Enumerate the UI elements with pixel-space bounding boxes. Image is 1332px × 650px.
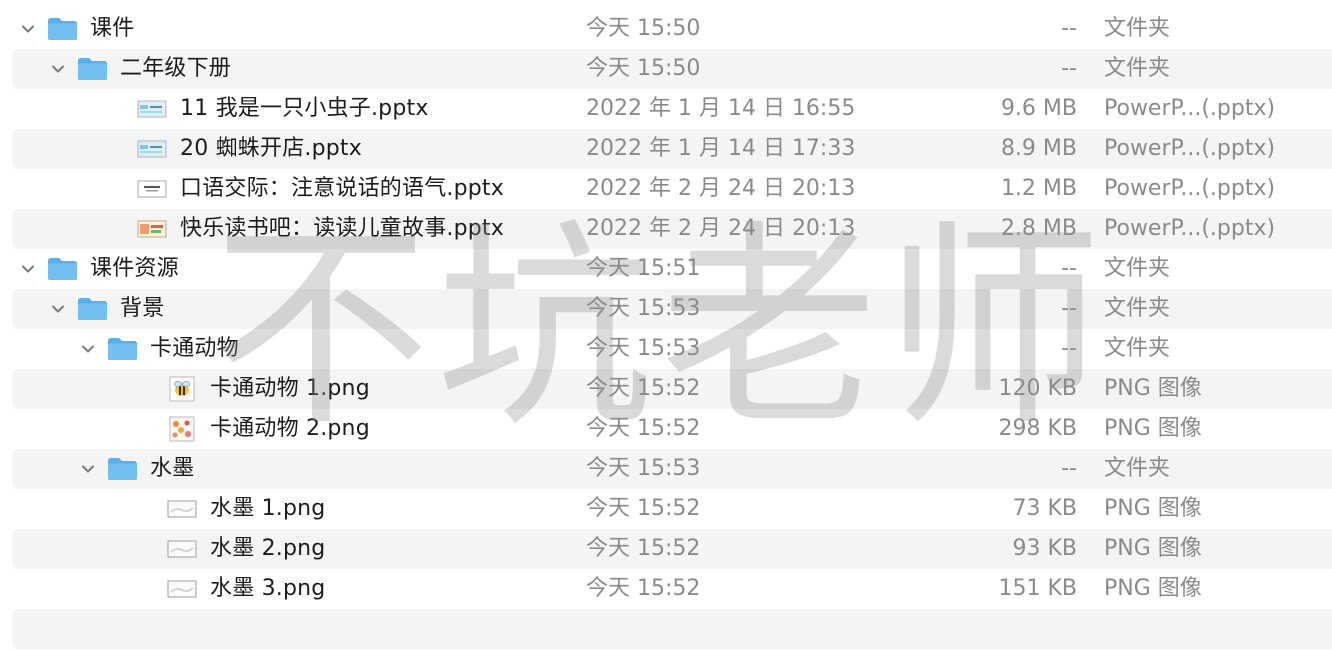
chevron-down-icon[interactable] bbox=[16, 257, 40, 281]
file-kind: PowerP...(.pptx) bbox=[1104, 176, 1276, 201]
chevron-down-icon[interactable] bbox=[46, 297, 70, 321]
file-size: 93 KB bbox=[1012, 536, 1077, 561]
item-name[interactable]: 水墨 bbox=[150, 449, 194, 489]
folder-row[interactable]: 卡通动物 今天 15:53 -- 文件夹 bbox=[12, 329, 1332, 369]
folder-row[interactable]: 二年级下册 今天 15:50 -- 文件夹 bbox=[12, 49, 1332, 89]
chevron-down-icon[interactable] bbox=[46, 57, 70, 81]
item-name[interactable]: 口语交际：注意说话的语气.pptx bbox=[180, 169, 504, 209]
folder-icon bbox=[76, 54, 108, 84]
file-kind: PowerP...(.pptx) bbox=[1104, 216, 1276, 241]
file-row[interactable]: 水墨 1.png 今天 15:52 73 KB PNG 图像 bbox=[12, 489, 1332, 529]
file-size: 298 KB bbox=[998, 416, 1077, 441]
png-thumbnail-icon bbox=[166, 374, 198, 404]
folder-row[interactable]: 背景 今天 15:53 -- 文件夹 bbox=[12, 289, 1332, 329]
file-size: 73 KB bbox=[1012, 496, 1077, 521]
folder-icon bbox=[106, 334, 138, 364]
pptx-thumbnail-icon bbox=[136, 214, 168, 244]
file-size: 151 KB bbox=[998, 576, 1077, 601]
file-kind: PowerP...(.pptx) bbox=[1104, 96, 1276, 121]
file-row[interactable]: 口语交际：注意说话的语气.pptx 2022 年 2 月 24 日 20:13 1.… bbox=[12, 169, 1332, 209]
empty-row bbox=[12, 609, 1332, 649]
date-modified: 今天 15:52 bbox=[586, 536, 701, 561]
file-size: -- bbox=[1061, 256, 1077, 281]
file-kind: PowerP...(.pptx) bbox=[1104, 136, 1276, 161]
file-row[interactable]: 快乐读书吧：读读儿童故事.pptx 2022 年 2 月 24 日 20:13 2.… bbox=[12, 209, 1332, 249]
file-kind: PNG 图像 bbox=[1104, 576, 1202, 601]
png-thumbnail-icon bbox=[166, 494, 198, 524]
item-name[interactable]: 11 我是一只小虫子.pptx bbox=[180, 89, 429, 129]
date-modified: 今天 15:52 bbox=[586, 496, 701, 521]
file-kind: 文件夹 bbox=[1104, 336, 1171, 361]
item-name[interactable]: 20 蜘蛛开店.pptx bbox=[180, 129, 362, 169]
file-size: 9.6 MB bbox=[1000, 96, 1077, 121]
file-size: -- bbox=[1061, 296, 1077, 321]
file-kind: 文件夹 bbox=[1104, 56, 1171, 81]
item-name[interactable]: 课件 bbox=[90, 9, 134, 49]
file-kind: 文件夹 bbox=[1104, 296, 1171, 321]
chevron-down-icon[interactable] bbox=[76, 457, 100, 481]
folder-icon bbox=[46, 254, 78, 284]
date-modified: 今天 15:50 bbox=[586, 56, 701, 81]
folder-row[interactable]: 课件 今天 15:50 -- 文件夹 bbox=[12, 9, 1332, 49]
date-modified: 2022 年 1 月 14 日 17:33 bbox=[586, 136, 856, 161]
file-kind: PNG 图像 bbox=[1104, 416, 1202, 441]
file-kind: PNG 图像 bbox=[1104, 376, 1202, 401]
file-size: 120 KB bbox=[998, 376, 1077, 401]
chevron-down-icon[interactable] bbox=[16, 17, 40, 41]
file-kind: PNG 图像 bbox=[1104, 496, 1202, 521]
date-modified: 今天 15:53 bbox=[586, 296, 701, 321]
file-row[interactable]: 卡通动物 2.png 今天 15:52 298 KB PNG 图像 bbox=[12, 409, 1332, 449]
file-row[interactable]: 水墨 2.png 今天 15:52 93 KB PNG 图像 bbox=[12, 529, 1332, 569]
item-name[interactable]: 背景 bbox=[120, 289, 164, 329]
file-size: -- bbox=[1061, 456, 1077, 481]
file-row[interactable]: 卡通动物 1.png 今天 15:52 120 KB PNG 图像 bbox=[12, 369, 1332, 409]
date-modified: 今天 15:52 bbox=[586, 376, 701, 401]
file-kind: PNG 图像 bbox=[1104, 536, 1202, 561]
pptx-thumbnail-icon bbox=[136, 94, 168, 124]
item-name[interactable]: 课件资源 bbox=[90, 249, 179, 289]
date-modified: 今天 15:53 bbox=[586, 456, 701, 481]
item-name[interactable]: 水墨 2.png bbox=[210, 529, 325, 569]
date-modified: 今天 15:53 bbox=[586, 336, 701, 361]
date-modified: 2022 年 1 月 14 日 16:55 bbox=[586, 96, 856, 121]
folder-icon bbox=[76, 294, 108, 324]
chevron-down-icon[interactable] bbox=[76, 337, 100, 361]
date-modified: 今天 15:52 bbox=[586, 416, 701, 441]
date-modified: 2022 年 2 月 24 日 20:13 bbox=[586, 176, 856, 201]
folder-icon bbox=[106, 454, 138, 484]
file-size: -- bbox=[1061, 336, 1077, 361]
file-size: 2.8 MB bbox=[1000, 216, 1077, 241]
file-row[interactable]: 水墨 3.png 今天 15:52 151 KB PNG 图像 bbox=[12, 569, 1332, 609]
file-size: 8.9 MB bbox=[1000, 136, 1077, 161]
item-name[interactable]: 水墨 3.png bbox=[210, 569, 325, 609]
file-row[interactable]: 11 我是一只小虫子.pptx 2022 年 1 月 14 日 16:55 9.6 … bbox=[12, 89, 1332, 129]
date-modified: 今天 15:51 bbox=[586, 256, 701, 281]
folder-row[interactable]: 水墨 今天 15:53 -- 文件夹 bbox=[12, 449, 1332, 489]
file-row[interactable]: 20 蜘蛛开店.pptx 2022 年 1 月 14 日 17:33 8.9 MB P… bbox=[12, 129, 1332, 169]
png-thumbnail-icon bbox=[166, 414, 198, 444]
item-name[interactable]: 卡通动物 2.png bbox=[210, 409, 370, 449]
png-thumbnail-icon bbox=[166, 534, 198, 564]
file-size: 1.2 MB bbox=[1000, 176, 1077, 201]
folder-row[interactable]: 课件资源 今天 15:51 -- 文件夹 bbox=[12, 249, 1332, 289]
item-name[interactable]: 卡通动物 bbox=[150, 329, 239, 369]
file-size: -- bbox=[1061, 56, 1077, 81]
date-modified: 今天 15:52 bbox=[586, 576, 701, 601]
date-modified: 今天 15:50 bbox=[586, 16, 701, 41]
item-name[interactable]: 二年级下册 bbox=[120, 49, 231, 89]
png-thumbnail-icon bbox=[166, 574, 198, 604]
item-name[interactable]: 卡通动物 1.png bbox=[210, 369, 370, 409]
file-kind: 文件夹 bbox=[1104, 456, 1171, 481]
pptx-thumbnail-icon bbox=[136, 174, 168, 204]
file-kind: 文件夹 bbox=[1104, 16, 1171, 41]
item-name[interactable]: 快乐读书吧：读读儿童故事.pptx bbox=[180, 209, 504, 249]
file-list: 课件 今天 15:50 -- 文件夹 二年级下册 今天 15:50 -- 文件夹 11 我是一只… bbox=[0, 9, 1332, 649]
item-name[interactable]: 水墨 1.png bbox=[210, 489, 325, 529]
file-size: -- bbox=[1061, 16, 1077, 41]
pptx-thumbnail-icon bbox=[136, 134, 168, 164]
folder-icon bbox=[46, 14, 78, 44]
date-modified: 2022 年 2 月 24 日 20:13 bbox=[586, 216, 856, 241]
file-kind: 文件夹 bbox=[1104, 256, 1171, 281]
